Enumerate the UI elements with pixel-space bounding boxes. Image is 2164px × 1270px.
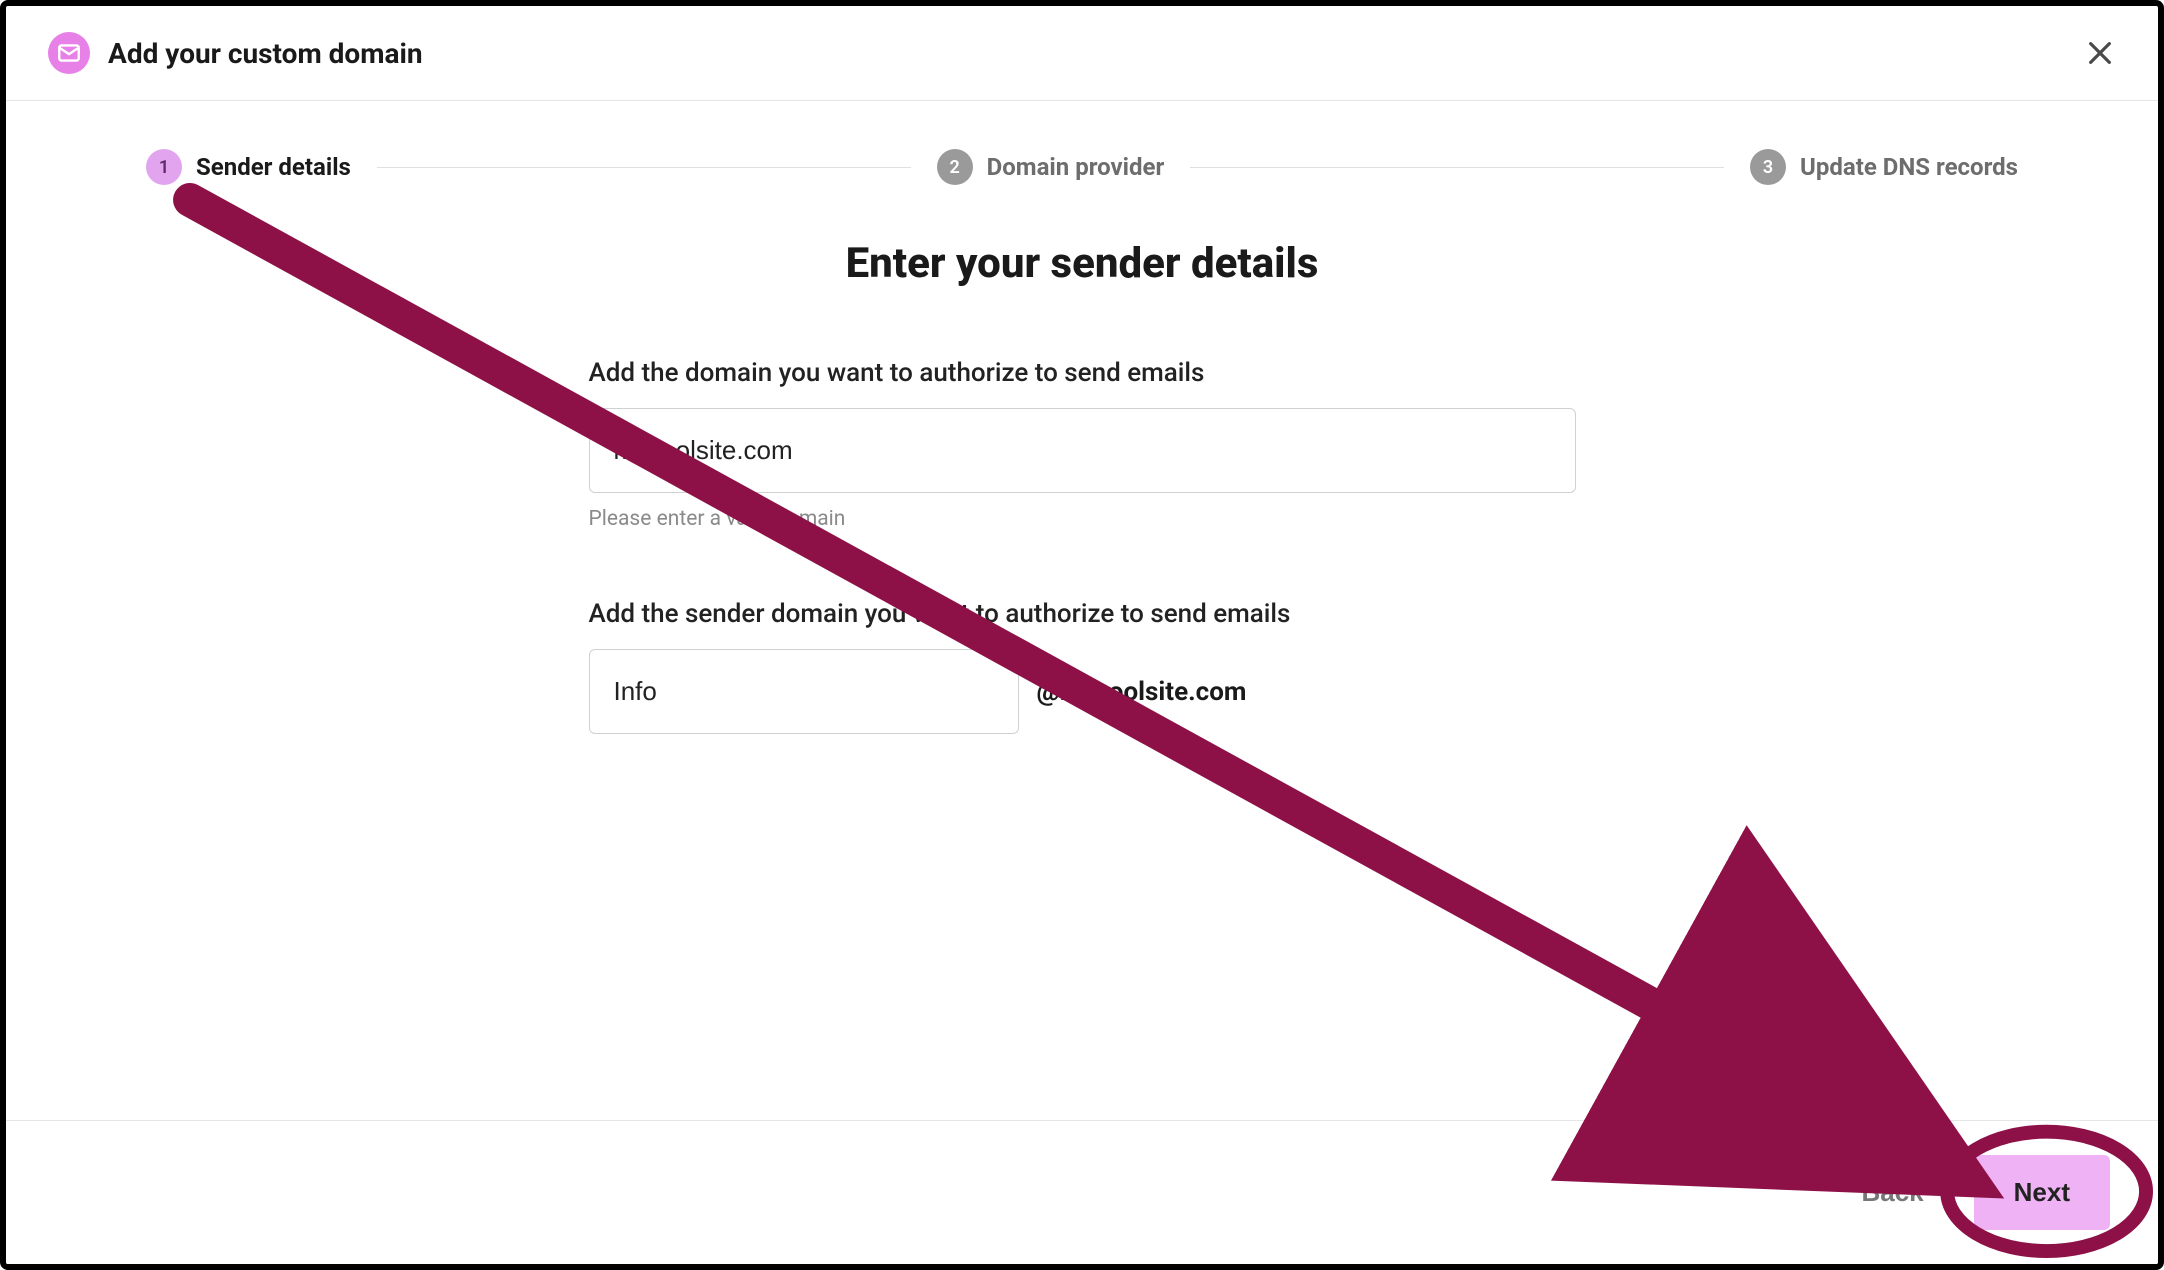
sender-field-label: Add the sender domain you want to author… [589, 599, 1576, 629]
section-heading: Enter your sender details [846, 239, 1319, 288]
next-button[interactable]: Next [1974, 1155, 2110, 1230]
domain-input[interactable] [589, 408, 1576, 493]
stepper: 1 Sender details 2 Domain provider 3 Upd… [6, 101, 2158, 207]
step-sender-details: 1 Sender details [146, 149, 351, 185]
domain-field-label: Add the domain you want to authorize to … [589, 358, 1576, 388]
sender-field-group: Add the sender domain you want to author… [589, 599, 1576, 734]
step-domain-provider: 2 Domain provider [937, 149, 1165, 185]
step-number: 1 [146, 149, 182, 185]
modal-title: Add your custom domain [108, 37, 423, 70]
modal-frame: Add your custom domain 1 Sender details … [0, 0, 2164, 1270]
form-area: Add the domain you want to authorize to … [589, 358, 1576, 734]
sender-row: @mycoolsite.com [589, 649, 1576, 734]
close-icon [2084, 37, 2116, 69]
step-number: 3 [1750, 149, 1786, 185]
close-button[interactable] [2084, 37, 2116, 69]
step-number: 2 [937, 149, 973, 185]
modal-header: Add your custom domain [6, 6, 2158, 101]
step-label: Domain provider [987, 153, 1165, 181]
modal-content: Enter your sender details Add the domain… [6, 207, 2158, 734]
step-divider [377, 167, 911, 168]
step-label: Sender details [196, 153, 351, 181]
back-button[interactable]: Back [1841, 1159, 1943, 1226]
step-label: Update DNS records [1800, 153, 2018, 181]
step-update-dns: 3 Update DNS records [1750, 149, 2018, 185]
modal-footer: Back Next [6, 1120, 2158, 1264]
header-left: Add your custom domain [48, 32, 423, 74]
domain-helper-text: Please enter a valid domain [589, 507, 1576, 531]
brand-icon [48, 32, 90, 74]
step-divider [1190, 167, 1724, 168]
domain-field-group: Add the domain you want to authorize to … [589, 358, 1576, 531]
sender-localpart-input[interactable] [589, 649, 1019, 734]
sender-at-domain: @mycoolsite.com [1037, 677, 1247, 707]
